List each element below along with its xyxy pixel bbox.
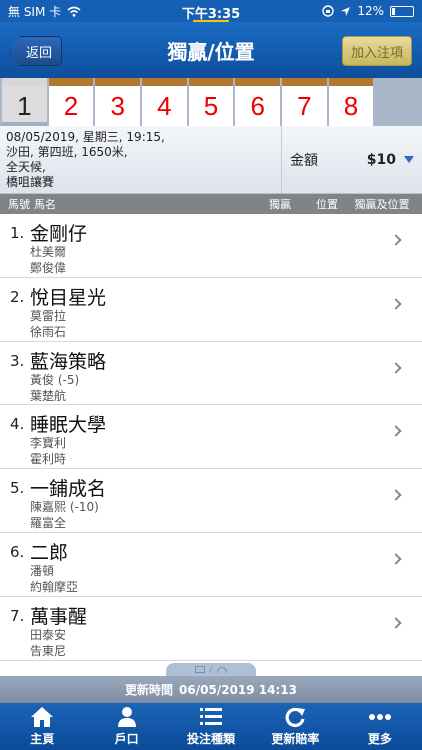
add-bet-button[interactable]: 加入注項 (341, 36, 412, 66)
race-details: 08/05/2019, 星期三, 19:15, 沙田, 第四班, 1650米, … (0, 126, 282, 193)
race-details-line: 08/05/2019, 星期三, 19:15, (6, 130, 165, 144)
tab-label: 主頁 (30, 732, 55, 746)
tab-bar: 主頁 戶口 投注種類 更新賠率 更多 (0, 703, 422, 750)
status-bar: 無 SIM 卡 下午3:35 12% (0, 0, 422, 22)
amount-selector[interactable]: 金額 $10 (282, 126, 422, 193)
race-info: 08/05/2019, 星期三, 19:15, 沙田, 第四班, 1650米, … (0, 126, 422, 194)
headphones-icon (217, 666, 227, 673)
tab-bet-types[interactable]: 投注種類 (169, 703, 253, 750)
horse-number: 6. (10, 542, 25, 561)
tab-account[interactable]: 戶口 (84, 703, 168, 750)
race-tab-6[interactable]: 6 (235, 78, 281, 126)
horse-jockey: 陳嘉熙 (-10) (30, 500, 99, 515)
race-tab-3[interactable]: 3 (95, 78, 141, 126)
update-value: 06/05/2019 14:13 (179, 682, 297, 697)
tab-label: 投注種類 (187, 732, 236, 746)
horse-trainer: 葉楚航 (30, 388, 67, 403)
chevron-right-icon (390, 298, 402, 310)
tab-more[interactable]: 更多 (338, 703, 422, 750)
screen-icon (195, 665, 206, 673)
column-header: 馬號 馬名 獨贏 位置 獨贏及位置 (0, 194, 422, 214)
horse-name: 一鋪成名 (30, 478, 107, 501)
horse-row[interactable]: 2. 悅目星光 莫雷拉 徐雨石 (0, 278, 422, 342)
horse-trainer: 羅富全 (30, 516, 67, 531)
horse-name: 藍海策略 (30, 350, 107, 373)
column-win-place: 獨贏及位置 (354, 198, 410, 211)
race-tabs: 1 2 3 4 5 6 7 8 (0, 78, 422, 126)
more-icon (368, 706, 392, 728)
column-win: 獨贏 (269, 198, 291, 211)
horse-jockey: 杜美爾 (30, 245, 67, 259)
horse-jockey: 黃俊 (-5) (30, 372, 80, 387)
horse-trainer: 徐雨石 (30, 324, 67, 339)
horse-number: 7. (10, 606, 25, 625)
update-label: 更新時間 (125, 683, 174, 697)
horse-name: 悅目星光 (30, 286, 107, 309)
chevron-right-icon (390, 617, 402, 629)
list-icon (200, 706, 223, 728)
horse-number: 1. (10, 224, 25, 242)
horse-name: 睡眠大學 (30, 414, 107, 437)
race-tab-8[interactable]: 8 (328, 78, 374, 126)
horse-trainer: 鄭俊偉 (30, 261, 67, 275)
back-button[interactable]: 返回 (10, 36, 62, 66)
race-tabs-filler (375, 78, 421, 126)
dropdown-caret-icon (404, 156, 414, 163)
chevron-right-icon (390, 361, 402, 374)
horse-number: 3. (10, 351, 25, 370)
race-tab-4[interactable]: 4 (142, 78, 187, 126)
handle-separator: / (209, 664, 213, 675)
horse-trainer: 霍利時 (30, 452, 67, 467)
chevron-right-icon (390, 234, 402, 246)
account-icon (116, 706, 138, 728)
battery-icon (390, 5, 414, 17)
page-title: 獨贏/位置 (167, 39, 255, 64)
horse-trainer: 告東尼 (30, 643, 67, 658)
horse-row[interactable]: 6. 二郎 潘頓 約翰摩亞 (0, 533, 422, 597)
horse-name: 金剛仔 (30, 223, 88, 245)
horse-row[interactable]: 1. 金剛仔 杜美爾 鄭俊偉 (0, 214, 422, 278)
horse-row[interactable]: 4. 睡眠大學 李寶利 霍利時 (0, 405, 422, 470)
horse-number: 4. (10, 415, 25, 434)
tab-refresh-odds[interactable]: 更新賠率 (253, 703, 337, 750)
chevron-right-icon (390, 425, 402, 438)
amount-value: $10 (366, 151, 396, 168)
horse-number: 2. (10, 287, 25, 306)
tab-label: 更多 (367, 732, 392, 746)
home-icon (30, 706, 54, 728)
race-tab-7[interactable]: 7 (282, 78, 327, 126)
race-tab-1[interactable]: 1 (2, 78, 47, 126)
horse-number: 5. (10, 479, 25, 498)
horse-jockey: 莫雷拉 (30, 308, 67, 323)
horse-jockey: 田泰安 (30, 627, 67, 642)
amount-label: 金額 (290, 152, 318, 169)
horse-row[interactable]: 7. 萬事醒 田泰安 告東尼 (0, 597, 422, 661)
horse-trainer: 約翰摩亞 (30, 579, 79, 594)
tab-label: 更新賠率 (271, 732, 320, 746)
column-place: 位置 (316, 198, 338, 211)
horse-row[interactable]: 5. 一鋪成名 陳嘉熙 (-10) 羅富全 (0, 469, 422, 533)
tab-home[interactable]: 主頁 (0, 703, 84, 750)
horse-jockey: 李寶利 (30, 436, 67, 451)
chevron-right-icon (390, 489, 402, 501)
horse-list: 1. 金剛仔 杜美爾 鄭俊偉 2. 悅目星光 莫雷拉 徐雨石 3. 藍海策略 黃… (0, 214, 422, 663)
update-time-bar: 更新時間 06/05/2019 14:13 (0, 676, 422, 703)
race-tab-5[interactable]: 5 (188, 78, 234, 126)
race-details-line: 全天候, (6, 160, 46, 174)
race-details-line: 沙田, 第四班, 1650米, (6, 145, 128, 159)
column-horse-name: 馬名 (34, 198, 56, 211)
horse-jockey: 潘頓 (30, 563, 55, 578)
nav-bar: 返回 獨贏/位置 加入注項 (0, 22, 422, 78)
drawer-handle[interactable]: / (166, 663, 256, 676)
horse-row[interactable]: 3. 藍海策略 黃俊 (-5) 葉楚航 (0, 342, 422, 406)
horse-name: 萬事醒 (30, 605, 88, 628)
race-details-line: 橋咀讓賽 (6, 175, 55, 189)
column-horse-no: 馬號 (8, 198, 30, 211)
race-tab-2[interactable]: 2 (48, 78, 94, 126)
horse-name: 二郎 (30, 541, 69, 564)
tab-label: 戶口 (114, 732, 139, 746)
chevron-right-icon (390, 553, 402, 565)
refresh-icon (284, 706, 306, 728)
